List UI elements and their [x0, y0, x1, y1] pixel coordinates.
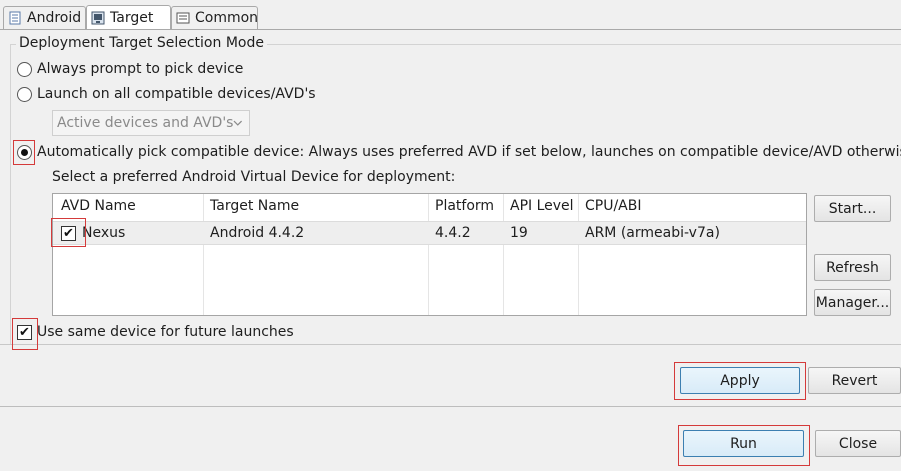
tab-bar: Android Target Common	[0, 0, 901, 30]
option-label: Automatically pick compatible device: Al…	[37, 144, 901, 160]
avd-table: AVD Name Target Name Platform API Level …	[52, 193, 807, 316]
revert-button[interactable]: Revert	[808, 367, 901, 394]
apply-highlight	[674, 362, 806, 400]
device-icon	[91, 11, 105, 25]
start-button[interactable]: Start...	[814, 195, 891, 222]
target-name-cell: Android 4.4.2	[210, 225, 305, 241]
api-level-cell: 19	[510, 225, 528, 241]
combo-value: Active devices and AVD's	[57, 115, 234, 131]
option-launch-all[interactable]: Launch on all compatible devices/AVD's	[17, 86, 316, 102]
column-header[interactable]: Target Name	[210, 198, 299, 214]
tab-android[interactable]: Android	[3, 6, 86, 29]
checkbox-highlight	[51, 218, 86, 247]
option-label: Launch on all compatible devices/AVD's	[37, 86, 316, 102]
run-highlight	[678, 425, 810, 466]
devices-combo[interactable]: Active devices and AVD's	[52, 110, 250, 136]
option-label: Always prompt to pick device	[37, 61, 244, 77]
document-icon	[9, 11, 21, 25]
refresh-button[interactable]: Refresh	[814, 254, 891, 281]
tab-label: Target	[110, 10, 154, 26]
chevron-down-icon	[233, 120, 243, 126]
cpu-abi-cell: ARM (armeabi-v7a)	[585, 225, 720, 241]
footer-divider	[0, 406, 901, 407]
cell-text: Nexus	[82, 225, 126, 241]
option-auto-pick[interactable]: Automatically pick compatible device: Al…	[17, 144, 901, 160]
radio-always-prompt[interactable]	[17, 61, 32, 77]
manager-button[interactable]: Manager...	[814, 289, 891, 316]
column-header[interactable]: CPU/ABI	[585, 198, 642, 214]
column-header[interactable]: API Level	[510, 198, 574, 214]
radio-highlight	[13, 140, 35, 165]
close-button[interactable]: Close	[815, 430, 901, 457]
list-icon	[176, 12, 190, 24]
tab-label: Android	[27, 10, 82, 26]
same-device-highlight	[12, 318, 38, 350]
group-legend: Deployment Target Selection Mode	[16, 35, 267, 51]
platform-cell: 4.4.2	[435, 225, 471, 241]
avd-prompt: Select a preferred Android Virtual Devic…	[52, 169, 456, 185]
tab-common[interactable]: Common	[171, 6, 258, 29]
tab-target[interactable]: Target	[86, 5, 171, 30]
option-label: Use same device for future launches	[37, 324, 294, 340]
tab-label: Common	[195, 10, 259, 26]
radio-launch-all[interactable]	[17, 86, 32, 102]
option-always-prompt[interactable]: Always prompt to pick device	[17, 61, 243, 77]
same-device-option[interactable]: ✔ Use same device for future launches	[17, 324, 294, 340]
column-header[interactable]: Platform	[435, 198, 494, 214]
column-header[interactable]: AVD Name	[61, 198, 136, 214]
